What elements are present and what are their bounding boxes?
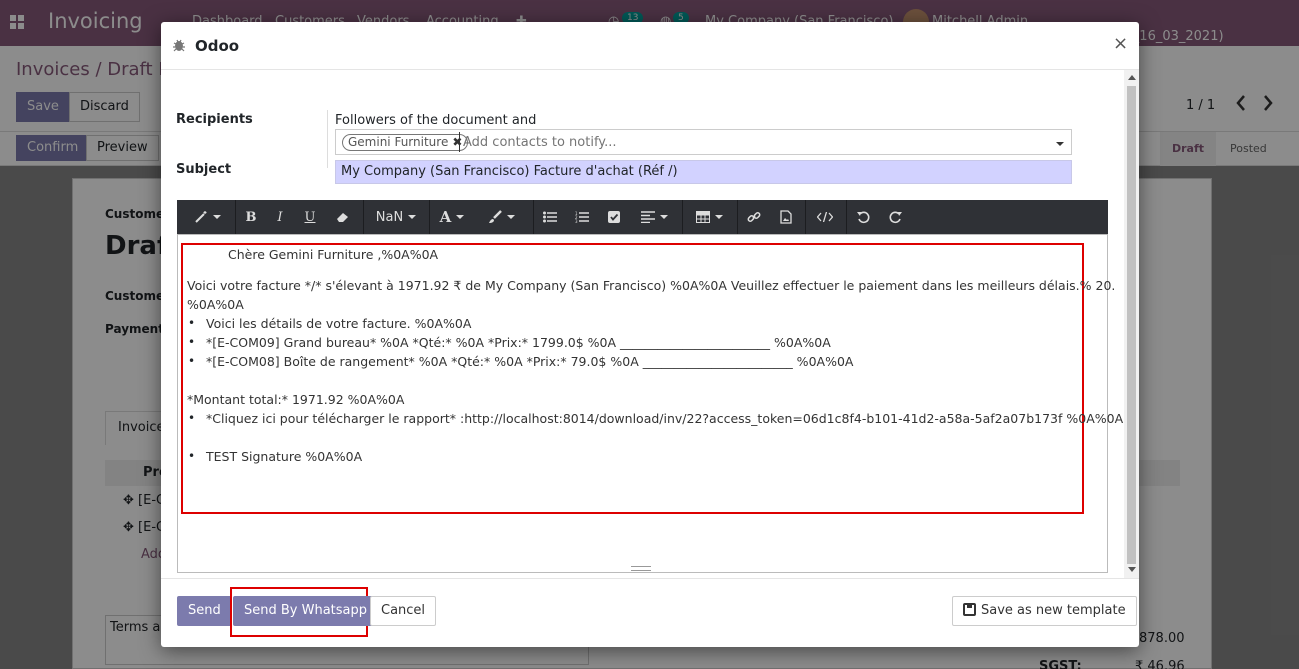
send-button[interactable]: Send: [177, 596, 232, 626]
dialog-body: Recipients Followers of the document and…: [161, 70, 1139, 578]
font-color-dropdown[interactable]: A: [433, 200, 471, 234]
subject-label: Subject: [176, 162, 232, 177]
chevron-down-icon[interactable]: [1056, 142, 1064, 146]
code-view-icon[interactable]: [809, 200, 841, 234]
dialog-footer: Send Send By Whatsapp Cancel Save as new…: [161, 578, 1139, 647]
list-bullet: •: [188, 449, 196, 463]
eraser-icon[interactable]: [328, 200, 358, 234]
scroll-thumb[interactable]: [1127, 86, 1136, 564]
resize-handle[interactable]: [631, 566, 651, 571]
recipients-field[interactable]: Gemini Furniture ✖: [335, 129, 1072, 155]
signature-item: TEST Signature %0A%0A: [206, 449, 363, 464]
dialog-scrollbar[interactable]: [1124, 70, 1139, 578]
dialog-title: Odoo: [195, 37, 240, 55]
list-bullet: •: [188, 335, 196, 349]
floppy-disk-icon: [963, 603, 976, 616]
scroll-down-icon[interactable]: [1128, 567, 1136, 572]
list-bullet: •: [188, 411, 196, 425]
invoice-paragraph: Voici votre facture */* s'élevant à 1971…: [187, 278, 1116, 293]
bullet-list-icon[interactable]: [536, 200, 564, 234]
paragraph-align-icon[interactable]: [631, 200, 677, 234]
save-template-button[interactable]: Save as new template: [952, 596, 1137, 626]
list-item: *[E-COM08] Boîte de rangement* %0A *Qté:…: [206, 354, 854, 369]
recipients-label: Recipients: [176, 112, 253, 127]
bug-icon: [173, 39, 185, 52]
scroll-up-icon[interactable]: [1128, 75, 1136, 80]
undo-icon[interactable]: [849, 200, 877, 234]
invoice-paragraph-cont: %0A%0A: [187, 297, 244, 312]
svg-text:3: 3: [575, 219, 578, 223]
checklist-icon[interactable]: [600, 200, 628, 234]
download-link-item: *Cliquez ici pour télécharger le rapport…: [206, 411, 1124, 426]
bold-button[interactable]: B: [238, 200, 264, 234]
font-size-dropdown[interactable]: NaN: [367, 200, 425, 234]
table-icon[interactable]: [686, 200, 732, 234]
total-text: *Montant total:* 1971.92 %0A%0A: [187, 392, 405, 407]
subject-field[interactable]: My Company (San Francisco) Facture d'ach…: [335, 160, 1072, 184]
underline-button[interactable]: U: [296, 200, 324, 234]
dialog-header: Odoo ×: [161, 22, 1139, 70]
send-whatsapp-button[interactable]: Send By Whatsapp: [233, 596, 379, 626]
cancel-button[interactable]: Cancel: [370, 596, 437, 626]
link-icon[interactable]: [740, 200, 768, 234]
magic-wand-icon[interactable]: [183, 200, 231, 234]
list-item: Voici les détails de votre facture. %0A%…: [206, 316, 472, 331]
numbered-list-icon[interactable]: 123: [568, 200, 596, 234]
list-bullet: •: [188, 316, 196, 330]
recipients-input[interactable]: [459, 132, 1039, 152]
brush-icon[interactable]: [477, 200, 525, 234]
image-icon[interactable]: [772, 200, 800, 234]
divider: [327, 110, 328, 168]
list-item: *[E-COM09] Grand bureau* %0A *Qté:* %0A …: [206, 335, 831, 350]
compose-email-dialog: Odoo × Recipients Followers of the docum…: [161, 22, 1139, 647]
italic-button[interactable]: I: [267, 200, 293, 234]
editor-toolbar: B I U NaN A 123: [177, 200, 1108, 234]
message-body-editor[interactable]: Chère Gemini Furniture ,%0A%0A Voici vot…: [177, 234, 1123, 573]
list-bullet: •: [188, 354, 196, 368]
redo-icon[interactable]: [881, 200, 909, 234]
greeting-text: Chère Gemini Furniture ,%0A%0A: [228, 247, 439, 262]
followers-text: Followers of the document and: [335, 113, 537, 128]
close-icon[interactable]: ×: [1113, 33, 1128, 54]
recipient-tag[interactable]: Gemini Furniture ✖: [342, 134, 469, 151]
